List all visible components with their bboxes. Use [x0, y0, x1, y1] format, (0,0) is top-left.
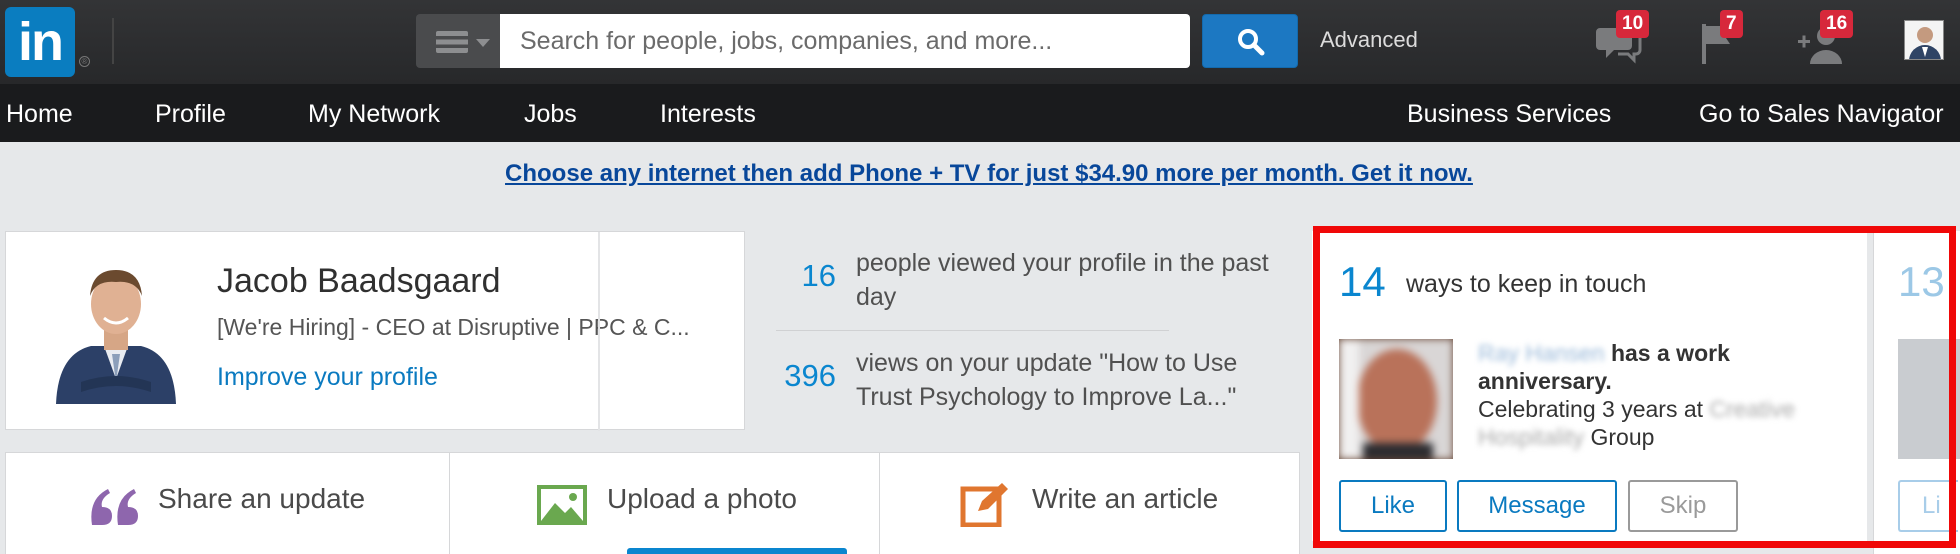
add-connections-button[interactable]: 16 [1796, 10, 1854, 68]
stats-separator [776, 330, 1169, 331]
profile-views-count[interactable]: 16 [756, 258, 836, 294]
main-navigation: Home Profile My Network Jobs Interests B… [0, 84, 1960, 142]
write-article-button[interactable]: Write an article [880, 453, 1300, 554]
profile-views-text[interactable]: people viewed your profile in the past d… [856, 246, 1276, 314]
stats-divider [598, 232, 600, 431]
top-bar: in ® Advanced 10 7 1 [0, 0, 1960, 84]
profile-name[interactable]: Jacob Baadsgaard [217, 262, 501, 301]
profile-card: Jacob Baadsgaard [We're Hiring] - CEO at… [5, 231, 745, 431]
photo-icon [537, 485, 587, 525]
registered-mark: ® [79, 56, 90, 67]
search-icon [1238, 29, 1265, 56]
chevron-down-icon [476, 39, 490, 47]
nav-item-my-network[interactable]: My Network [308, 100, 440, 129]
update-views-text[interactable]: views on your update "How to Use Trust P… [856, 346, 1276, 414]
linkedin-logo[interactable]: in [5, 7, 75, 77]
ad-banner: Choose any internet then add Phone + TV … [0, 160, 1960, 188]
upload-photo-button[interactable]: Upload a photo [450, 453, 879, 554]
write-article-label: Write an article [1032, 483, 1219, 514]
messages-badge: 10 [1616, 10, 1650, 38]
connections-badge: 16 [1820, 10, 1854, 38]
nav-item-interests[interactable]: Interests [660, 100, 756, 129]
highlight-box [1313, 226, 1956, 548]
search-category-dropdown[interactable] [416, 14, 502, 68]
edit-icon [960, 483, 1008, 527]
update-views-count[interactable]: 396 [756, 358, 836, 394]
improve-profile-link[interactable]: Improve your profile [217, 363, 438, 392]
menu-icon [436, 31, 468, 53]
quote-icon [91, 489, 138, 525]
logo-divider [112, 18, 114, 64]
advanced-search-link[interactable]: Advanced [1320, 27, 1418, 53]
share-update-label: Share an update [158, 483, 366, 514]
upload-photo-label: Upload a photo [607, 483, 797, 514]
avatar-image [1905, 21, 1943, 59]
profile-headline: [We're Hiring] - CEO at Disruptive | PPC… [217, 314, 690, 340]
feed-indicator [627, 548, 847, 554]
notifications-badge: 7 [1720, 10, 1743, 38]
account-avatar[interactable] [1904, 20, 1944, 60]
ad-link[interactable]: Choose any internet then add Phone + TV … [487, 160, 1473, 187]
nav-item-home[interactable]: Home [6, 100, 73, 129]
share-box: Share an update Upload a photo Write an … [5, 452, 1300, 554]
share-update-button[interactable]: Share an update [6, 453, 449, 554]
nav-item-profile[interactable]: Profile [155, 100, 226, 129]
profile-photo[interactable] [46, 254, 186, 404]
nav-item-sales-navigator[interactable]: Go to Sales Navigator [1699, 100, 1944, 129]
search-button[interactable] [1202, 14, 1298, 68]
messages-button[interactable]: 10 [1596, 10, 1650, 68]
search-input[interactable] [500, 14, 1190, 68]
notifications-button[interactable]: 7 [1700, 10, 1746, 68]
nav-item-business-services[interactable]: Business Services [1407, 100, 1611, 129]
nav-item-jobs[interactable]: Jobs [524, 100, 577, 129]
